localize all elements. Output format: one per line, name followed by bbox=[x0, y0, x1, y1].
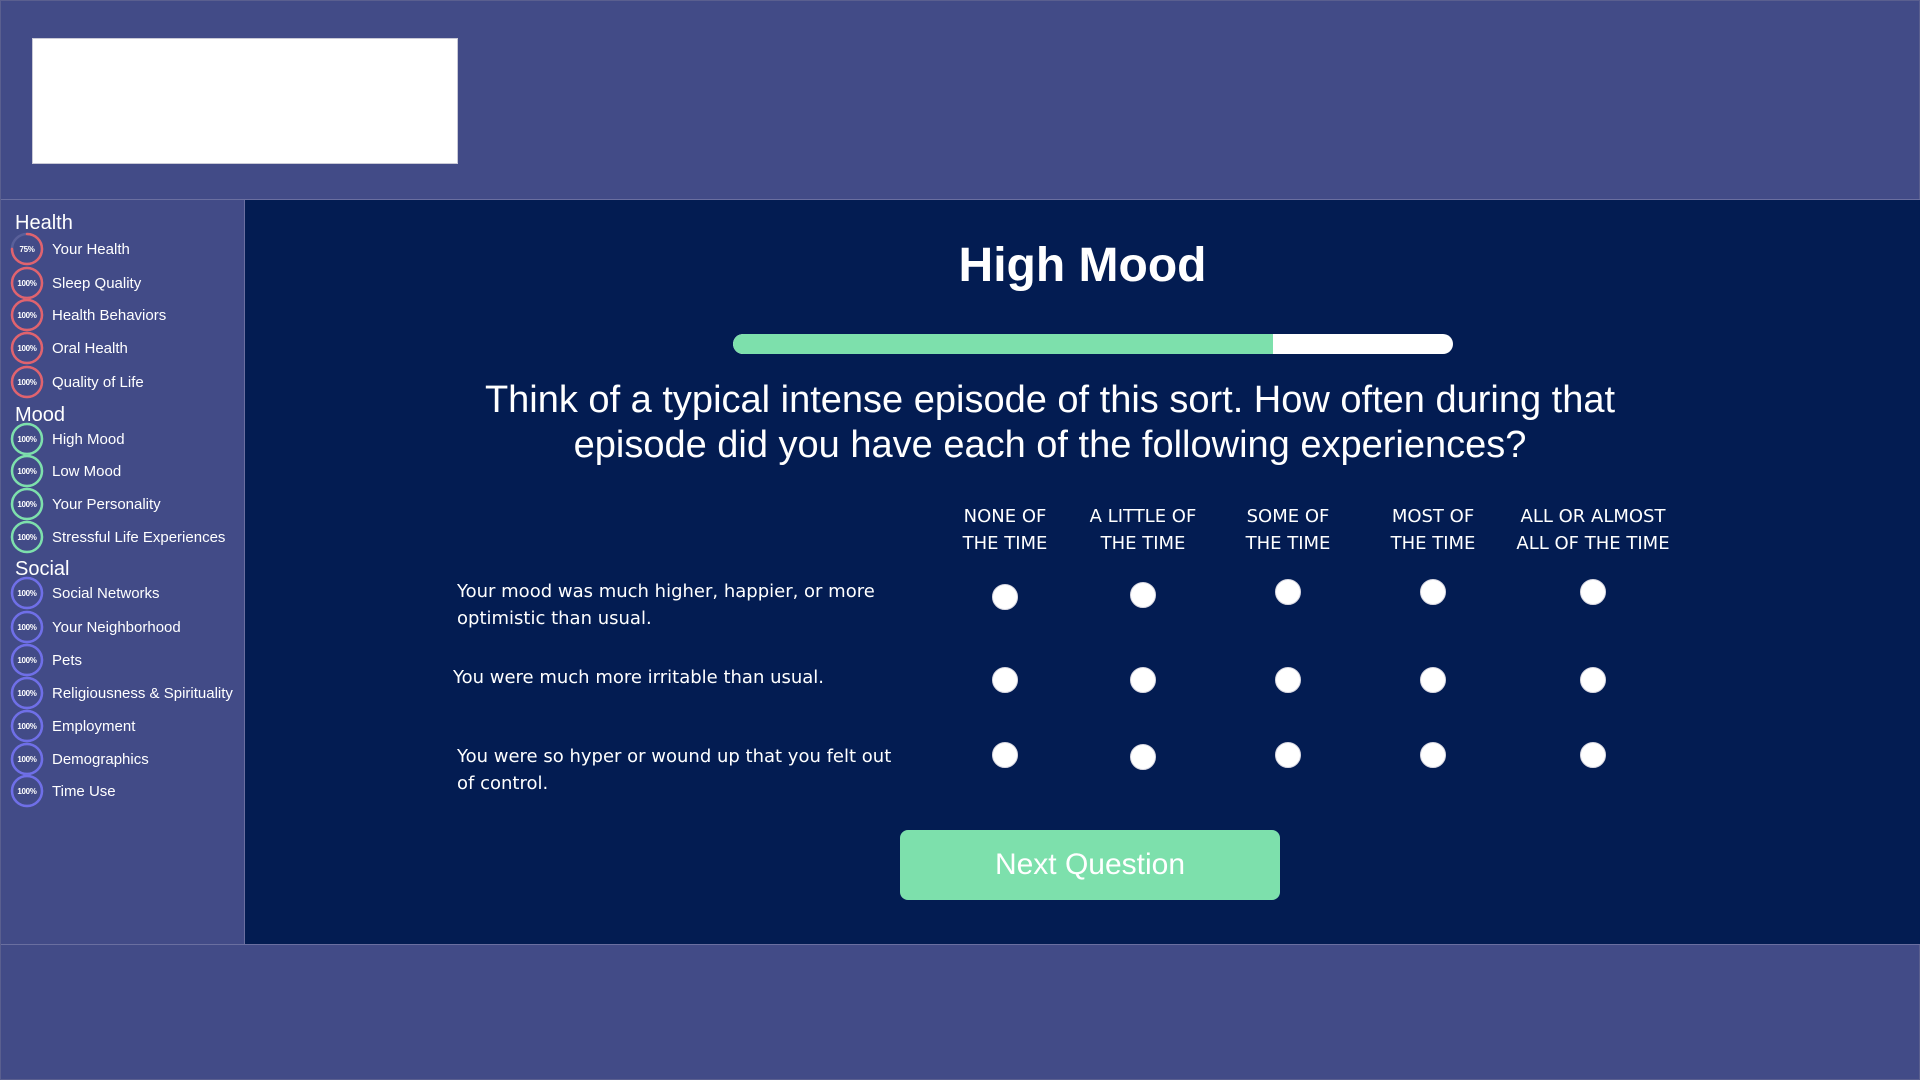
sidebar-item-high-mood[interactable]: 100% High Mood bbox=[10, 422, 242, 456]
progress-percent: 100% bbox=[17, 466, 37, 476]
sidebar-item-label: Sleep Quality bbox=[52, 274, 142, 292]
progress-ring-icon: 100% bbox=[10, 331, 44, 365]
progress-percent: 100% bbox=[17, 278, 37, 288]
logo-placeholder bbox=[32, 38, 458, 164]
sidebar-item-label: Health Behaviors bbox=[52, 306, 167, 324]
response-radio[interactable] bbox=[1130, 582, 1156, 608]
sidebar-item-label: Stressful Life Experiences bbox=[52, 528, 226, 546]
progress-percent: 100% bbox=[17, 786, 37, 796]
sidebar-item-label: Quality of Life bbox=[52, 373, 144, 391]
sidebar-item-your-personality[interactable]: 100% Your Personality bbox=[10, 487, 242, 521]
progress-ring-icon: 100% bbox=[10, 774, 44, 808]
response-radio[interactable] bbox=[1275, 667, 1301, 693]
survey-progress-bar bbox=[733, 334, 1453, 354]
progress-percent: 100% bbox=[17, 721, 37, 731]
response-radio[interactable] bbox=[1130, 667, 1156, 693]
response-radio[interactable] bbox=[992, 667, 1018, 693]
sidebar-item-social-networks[interactable]: 100% Social Networks bbox=[10, 576, 242, 610]
sidebar-item-label: Oral Health bbox=[52, 339, 128, 357]
sidebar-item-time-use[interactable]: 100% Time Use bbox=[10, 774, 242, 808]
sidebar: Health 75% Your Health 100% Sleep Quality 100… bbox=[1, 199, 245, 945]
sidebar-item-your-neighborhood[interactable]: 100% Your Neighborhood bbox=[10, 610, 242, 644]
response-radio[interactable] bbox=[1130, 744, 1156, 770]
progress-percent: 100% bbox=[17, 377, 37, 387]
question-text: Think of a typical intense episode of th… bbox=[484, 379, 1616, 466]
sidebar-item-label: Your Personality bbox=[52, 495, 161, 513]
progress-ring-icon: 100% bbox=[10, 709, 44, 743]
progress-percent: 75% bbox=[19, 244, 35, 254]
sidebar-item-label: Your Health bbox=[52, 240, 130, 258]
progress-percent: 100% bbox=[17, 532, 37, 542]
sidebar-item-quality-of-life[interactable]: 100% Quality of Life bbox=[10, 365, 242, 399]
survey-panel: High Mood Think of a typical intense epi… bbox=[245, 199, 1920, 945]
progress-percent: 100% bbox=[17, 434, 37, 444]
progress-percent: 100% bbox=[17, 499, 37, 509]
sidebar-item-label: Religiousness & Spirituality bbox=[52, 684, 233, 702]
progress-percent: 100% bbox=[17, 622, 37, 632]
sidebar-item-demographics[interactable]: 100% Demographics bbox=[10, 742, 242, 776]
sidebar-item-label: Demographics bbox=[52, 750, 149, 768]
sidebar-item-sleep-quality[interactable]: 100% Sleep Quality bbox=[10, 266, 242, 300]
statement-label: Your mood was much higher, happier, or m… bbox=[457, 581, 875, 629]
progress-percent: 100% bbox=[17, 310, 37, 320]
progress-percent: 100% bbox=[17, 688, 37, 698]
sidebar-item-label: Time Use bbox=[52, 782, 116, 800]
response-radio[interactable] bbox=[1580, 579, 1606, 605]
progress-ring-icon: 100% bbox=[10, 576, 44, 610]
progress-ring-icon: 100% bbox=[10, 422, 44, 456]
progress-ring-icon: 100% bbox=[10, 298, 44, 332]
response-radio[interactable] bbox=[1275, 742, 1301, 768]
progress-ring-icon: 100% bbox=[10, 520, 44, 554]
response-radio[interactable] bbox=[1420, 667, 1446, 693]
progress-ring-icon: 100% bbox=[10, 676, 44, 710]
sidebar-item-employment[interactable]: 100% Employment bbox=[10, 709, 242, 743]
progress-ring-icon: 100% bbox=[10, 487, 44, 521]
sidebar-item-pets[interactable]: 100% Pets bbox=[10, 643, 242, 677]
sidebar-item-health-behaviors[interactable]: 100% Health Behaviors bbox=[10, 298, 242, 332]
sidebar-item-label: High Mood bbox=[52, 430, 125, 448]
progress-ring-icon: 100% bbox=[10, 643, 44, 677]
sidebar-item-label: Social Networks bbox=[52, 584, 160, 602]
column-header: ALL OR ALMOST ALL OF THE TIME bbox=[1498, 503, 1688, 557]
sidebar-item-label: Employment bbox=[52, 717, 136, 735]
sidebar-item-label: Your Neighborhood bbox=[52, 618, 181, 636]
page-title: High Mood bbox=[958, 239, 1207, 292]
sidebar-item-stressful-life-experiences[interactable]: 100% Stressful Life Experiences bbox=[10, 520, 242, 554]
progress-ring-icon: 75% bbox=[10, 232, 44, 266]
progress-ring-icon: 100% bbox=[10, 365, 44, 399]
statement-label: You were so hyper or wound up that you f… bbox=[457, 746, 892, 794]
progress-ring-icon: 100% bbox=[10, 266, 44, 300]
response-radio[interactable] bbox=[992, 742, 1018, 768]
response-radio[interactable] bbox=[1420, 579, 1446, 605]
column-header-line: ALL OF THE TIME bbox=[1516, 533, 1670, 554]
progress-ring-icon: 100% bbox=[10, 454, 44, 488]
sidebar-item-oral-health[interactable]: 100% Oral Health bbox=[10, 331, 242, 365]
sidebar-item-low-mood[interactable]: 100% Low Mood bbox=[10, 454, 242, 488]
progress-percent: 100% bbox=[17, 754, 37, 764]
sidebar-item-religiousness-and-spirituality[interactable]: 100% Religiousness & Spirituality bbox=[10, 676, 242, 710]
sidebar-item-label: Low Mood bbox=[52, 462, 122, 480]
progress-percent: 100% bbox=[17, 343, 37, 353]
response-radio[interactable] bbox=[992, 584, 1018, 610]
progress-ring-icon: 100% bbox=[10, 742, 44, 776]
statement-label: You were much more irritable than usual. bbox=[453, 667, 825, 688]
response-radio[interactable] bbox=[1580, 742, 1606, 768]
progress-percent: 100% bbox=[17, 588, 37, 598]
sidebar-item-label: Pets bbox=[52, 651, 83, 669]
sidebar-item-your-health[interactable]: 75% Your Health bbox=[10, 232, 242, 266]
next-question-button[interactable]: Next Question bbox=[900, 830, 1280, 900]
progress-percent: 100% bbox=[17, 655, 37, 665]
response-radio[interactable] bbox=[1580, 667, 1606, 693]
response-radio[interactable] bbox=[1420, 742, 1446, 768]
survey-progress-fill bbox=[733, 334, 1273, 354]
progress-ring-icon: 100% bbox=[10, 610, 44, 644]
column-header-line: ALL OR ALMOST bbox=[1520, 506, 1666, 527]
response-radio[interactable] bbox=[1275, 579, 1301, 605]
